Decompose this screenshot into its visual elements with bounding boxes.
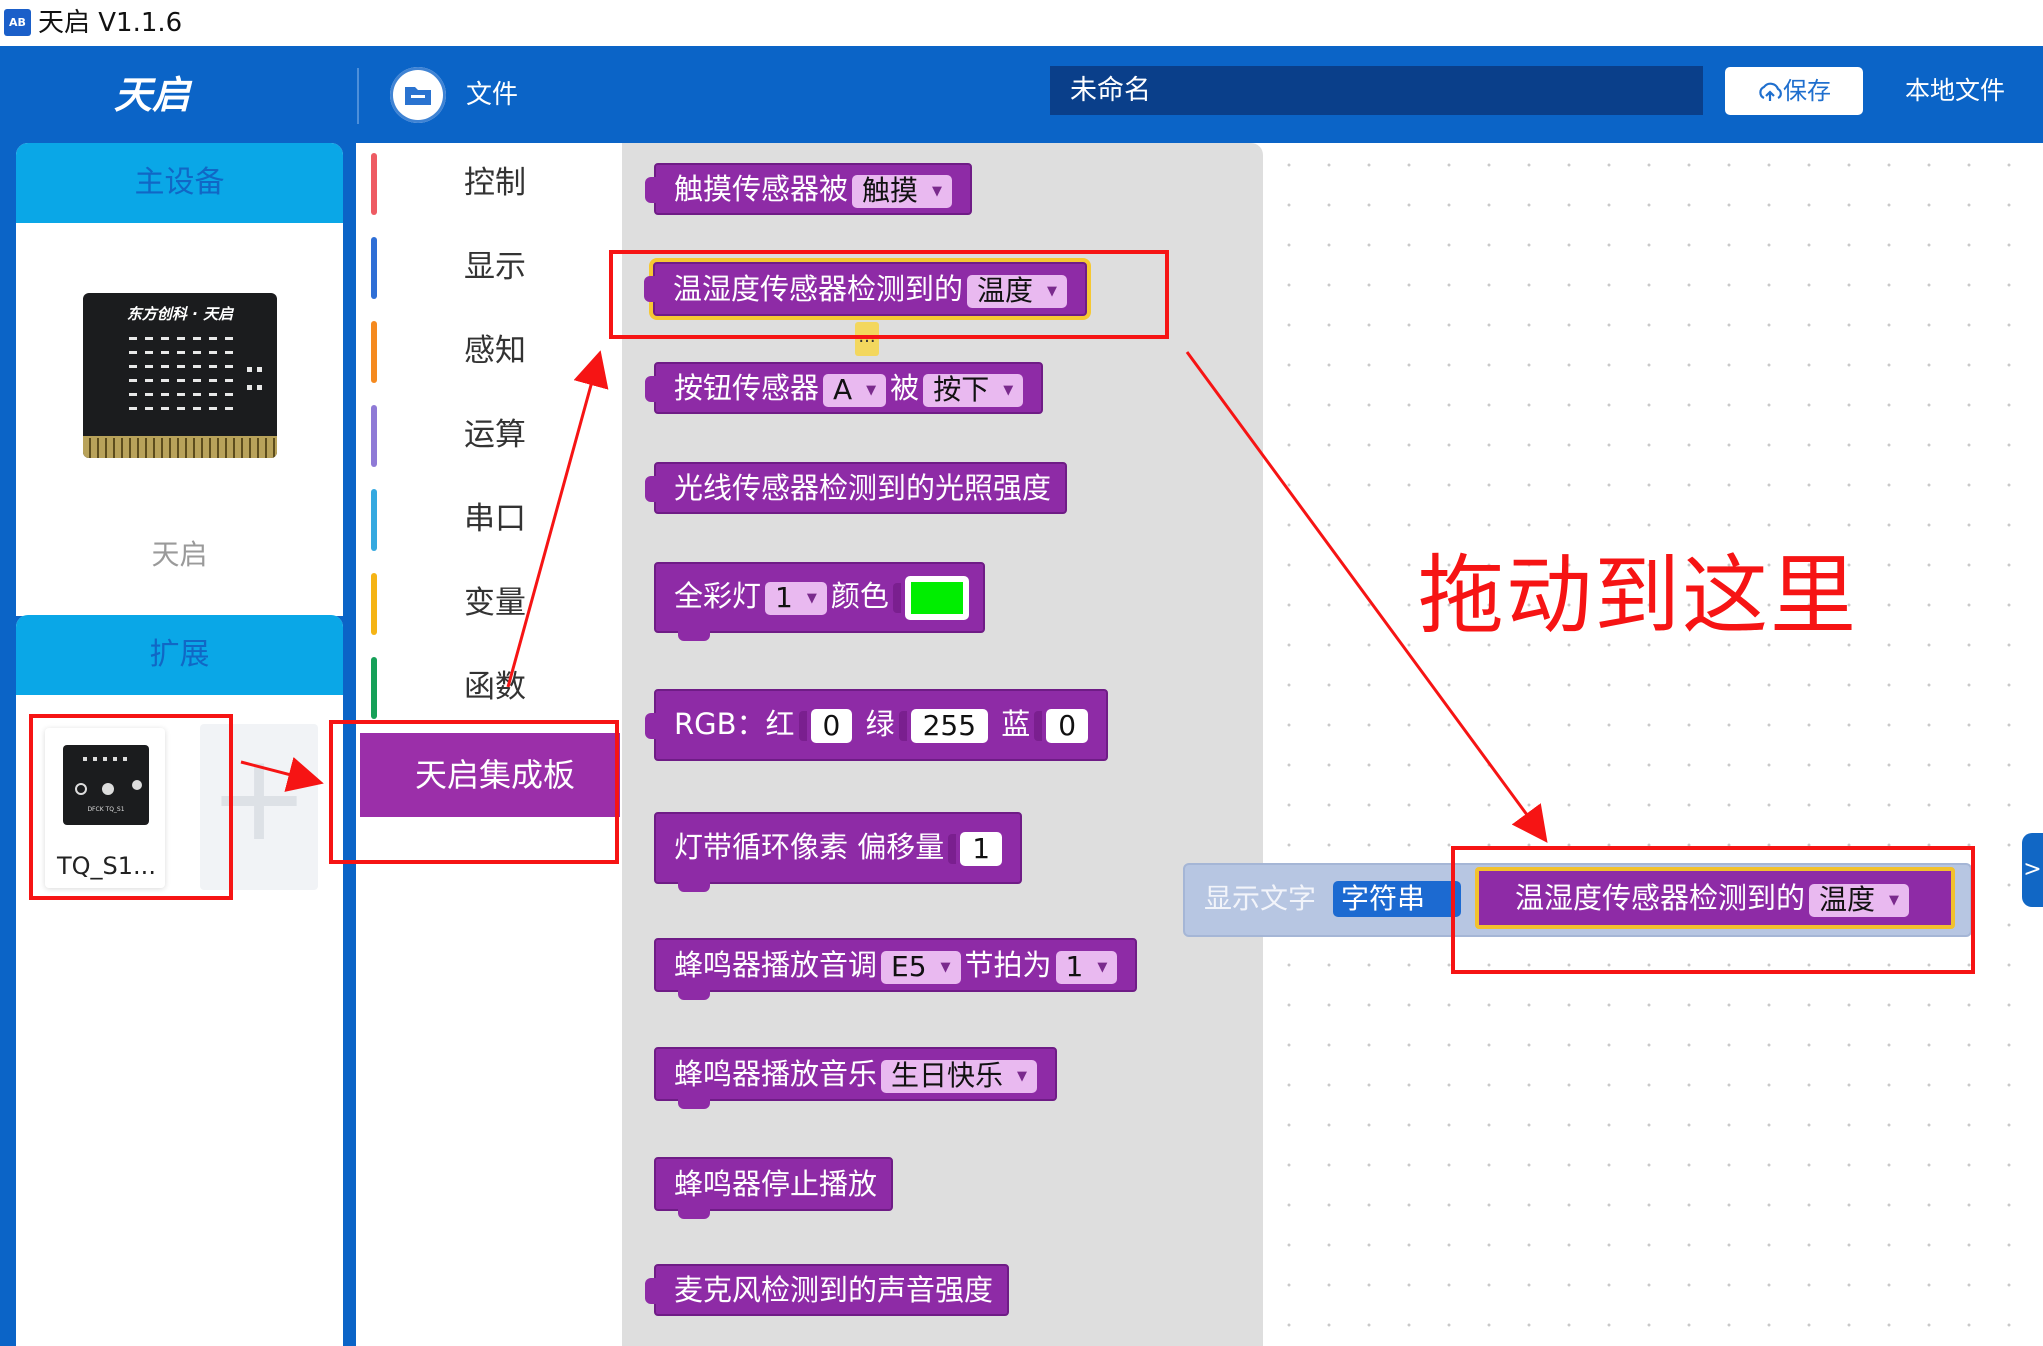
block-buzzer-music[interactable]: 蜂鸣器播放音乐 生日快乐 ▼: [654, 1047, 1058, 1109]
block-text: 节拍为: [964, 948, 1052, 982]
tone-dropdown[interactable]: E5 ▼: [881, 950, 961, 984]
category-label: 变量: [464, 585, 526, 621]
category-functions[interactable]: 函数: [360, 647, 622, 731]
window-title: 天启 V1.1.6: [38, 8, 183, 38]
block-text: 温湿度传感器检测到的: [673, 272, 964, 306]
category-color-bar: [371, 405, 377, 467]
rgb-red-input[interactable]: 0: [810, 709, 853, 743]
touch-dropdown[interactable]: 触摸 ▼: [852, 174, 953, 208]
rgb-green-input[interactable]: 255: [910, 709, 989, 743]
temp-humidity-dropdown[interactable]: 温度 ▼: [967, 274, 1068, 308]
block-text: RGB：红: [674, 707, 795, 741]
category-color-bar: [371, 153, 377, 215]
display-text-label: 显示文字: [1204, 882, 1317, 915]
project-name-field[interactable]: 未命名: [1050, 66, 1703, 115]
extension-title: 扩展: [16, 615, 343, 695]
extension-board-text: DFCK TQ_S1: [87, 806, 124, 813]
block-text: 光线传感器检测到的光照强度: [674, 471, 1052, 505]
block-text: 灯带循环像素 偏移量: [674, 830, 945, 864]
block-text: 温湿度传感器检测到的: [1515, 881, 1806, 915]
display-type-dropdown[interactable]: 字符串: [1333, 881, 1461, 917]
block-temp-humidity[interactable]: 温湿度传感器检测到的 温度 ▼: [644, 262, 1088, 316]
block-text: 麦克风检测到的声音强度: [674, 1273, 994, 1307]
category-tianqi-board[interactable]: 天启集成板: [360, 733, 620, 817]
block-light-sensor[interactable]: 光线传感器检测到的光照强度: [645, 462, 1068, 514]
button-dropdown[interactable]: A ▼: [823, 373, 887, 407]
category-color-bar: [371, 489, 377, 551]
category-label: 控制: [464, 165, 526, 201]
save-button-label: 保存: [1783, 77, 1831, 105]
category-operators[interactable]: 运算: [360, 395, 622, 479]
block-text: 颜色: [830, 579, 889, 613]
code-workspace[interactable]: [1263, 143, 2043, 1346]
folder-icon[interactable]: [390, 67, 446, 123]
block-buzzer-tone[interactable]: 蜂鸣器播放音调 E5 ▼ 节拍为 1 ▼: [654, 938, 1138, 1000]
block-led-strip-rotate[interactable]: 灯带循环像素 偏移量 1: [654, 812, 1023, 892]
block-touch-sensor[interactable]: 触摸传感器被 触摸 ▼: [645, 163, 973, 215]
block-text: 蜂鸣器播放音乐: [674, 1057, 878, 1091]
rgb-blue-input[interactable]: 0: [1046, 709, 1089, 743]
extension-item-label: TQ_S1...: [57, 852, 156, 880]
block-button-sensor[interactable]: 按钮传感器 A ▼ 被按下 ▼: [645, 362, 1044, 414]
strip-offset-input[interactable]: 1: [960, 832, 1003, 866]
block-text: 按钮传感器: [674, 371, 820, 405]
brand-logo: 天启: [114, 70, 226, 120]
category-serial[interactable]: 串口: [360, 479, 622, 563]
cloud-upload-icon: [1759, 82, 1782, 101]
block-text: 绿: [865, 707, 895, 741]
add-extension-button[interactable]: +: [200, 724, 318, 890]
extension-board-image[interactable]: DFCK TQ_S1: [63, 745, 149, 825]
block-microphone[interactable]: 麦克风检测到的声音强度: [645, 1264, 1010, 1316]
save-button[interactable]: 保存: [1725, 67, 1863, 115]
button-state-dropdown[interactable]: 按下 ▼: [923, 373, 1024, 407]
file-menu[interactable]: 文件: [466, 77, 518, 113]
category-color-bar: [371, 657, 377, 719]
device-name: 天启: [151, 538, 208, 571]
category-control[interactable]: 控制: [360, 143, 622, 227]
block-text: 蓝: [1001, 707, 1031, 741]
category-color-bar: [371, 321, 377, 383]
drag-here-callout: 拖动到这里: [1418, 546, 1858, 646]
block-text: 全彩灯: [674, 579, 762, 613]
category-color-bar: [371, 573, 377, 635]
category-label: 串口: [464, 501, 526, 537]
category-sensing[interactable]: 感知: [360, 311, 622, 395]
block-text: 触摸传感器被: [674, 172, 849, 206]
app-logo: AB: [4, 9, 31, 36]
block-text: 蜂鸣器停止播放: [674, 1167, 878, 1201]
category-display[interactable]: 显示: [360, 227, 622, 311]
dropped-temp-humidity-block[interactable]: 温湿度传感器检测到的 温度 ▼: [1475, 867, 1955, 929]
block-text: 被: [890, 371, 920, 405]
block-rgb[interactable]: RGB：红 0 绿 255 蓝0: [645, 689, 1109, 761]
music-dropdown[interactable]: 生日快乐 ▼: [881, 1059, 1038, 1093]
color-swatch[interactable]: [904, 576, 969, 620]
brand-logo-text: 天启: [114, 73, 193, 117]
category-color-bar: [371, 237, 377, 299]
led-index-dropdown[interactable]: 1 ▼: [765, 581, 827, 615]
category-label: 函数: [464, 669, 526, 705]
title-bar: [0, 0, 2043, 46]
beat-dropdown[interactable]: 1 ▼: [1055, 950, 1118, 984]
device-board-text: 东方创科 · 天启: [127, 305, 235, 323]
header-divider: [357, 68, 359, 124]
main-device-title: 主设备: [16, 143, 343, 223]
device-board-image[interactable]: 东方创科 · 天启: [83, 293, 277, 458]
workspace-expand-tab[interactable]: >: [2022, 833, 2043, 907]
category-variables[interactable]: 变量: [360, 563, 622, 647]
local-file-button[interactable]: 本地文件: [1905, 73, 2005, 109]
block-full-color-led[interactable]: 全彩灯 1 ▼ 颜色: [654, 562, 985, 641]
category-label-active: 天启集成板: [415, 756, 576, 794]
block-text: 蜂鸣器播放音调: [674, 948, 878, 982]
category-label: 感知: [464, 333, 526, 369]
block-buzzer-stop[interactable]: 蜂鸣器停止播放: [654, 1157, 894, 1219]
category-label: 运算: [464, 417, 526, 453]
block-context-ellipsis[interactable]: ...: [855, 322, 879, 356]
category-label: 显示: [464, 249, 526, 285]
dropped-temp-dropdown[interactable]: 温度 ▼: [1809, 883, 1910, 917]
